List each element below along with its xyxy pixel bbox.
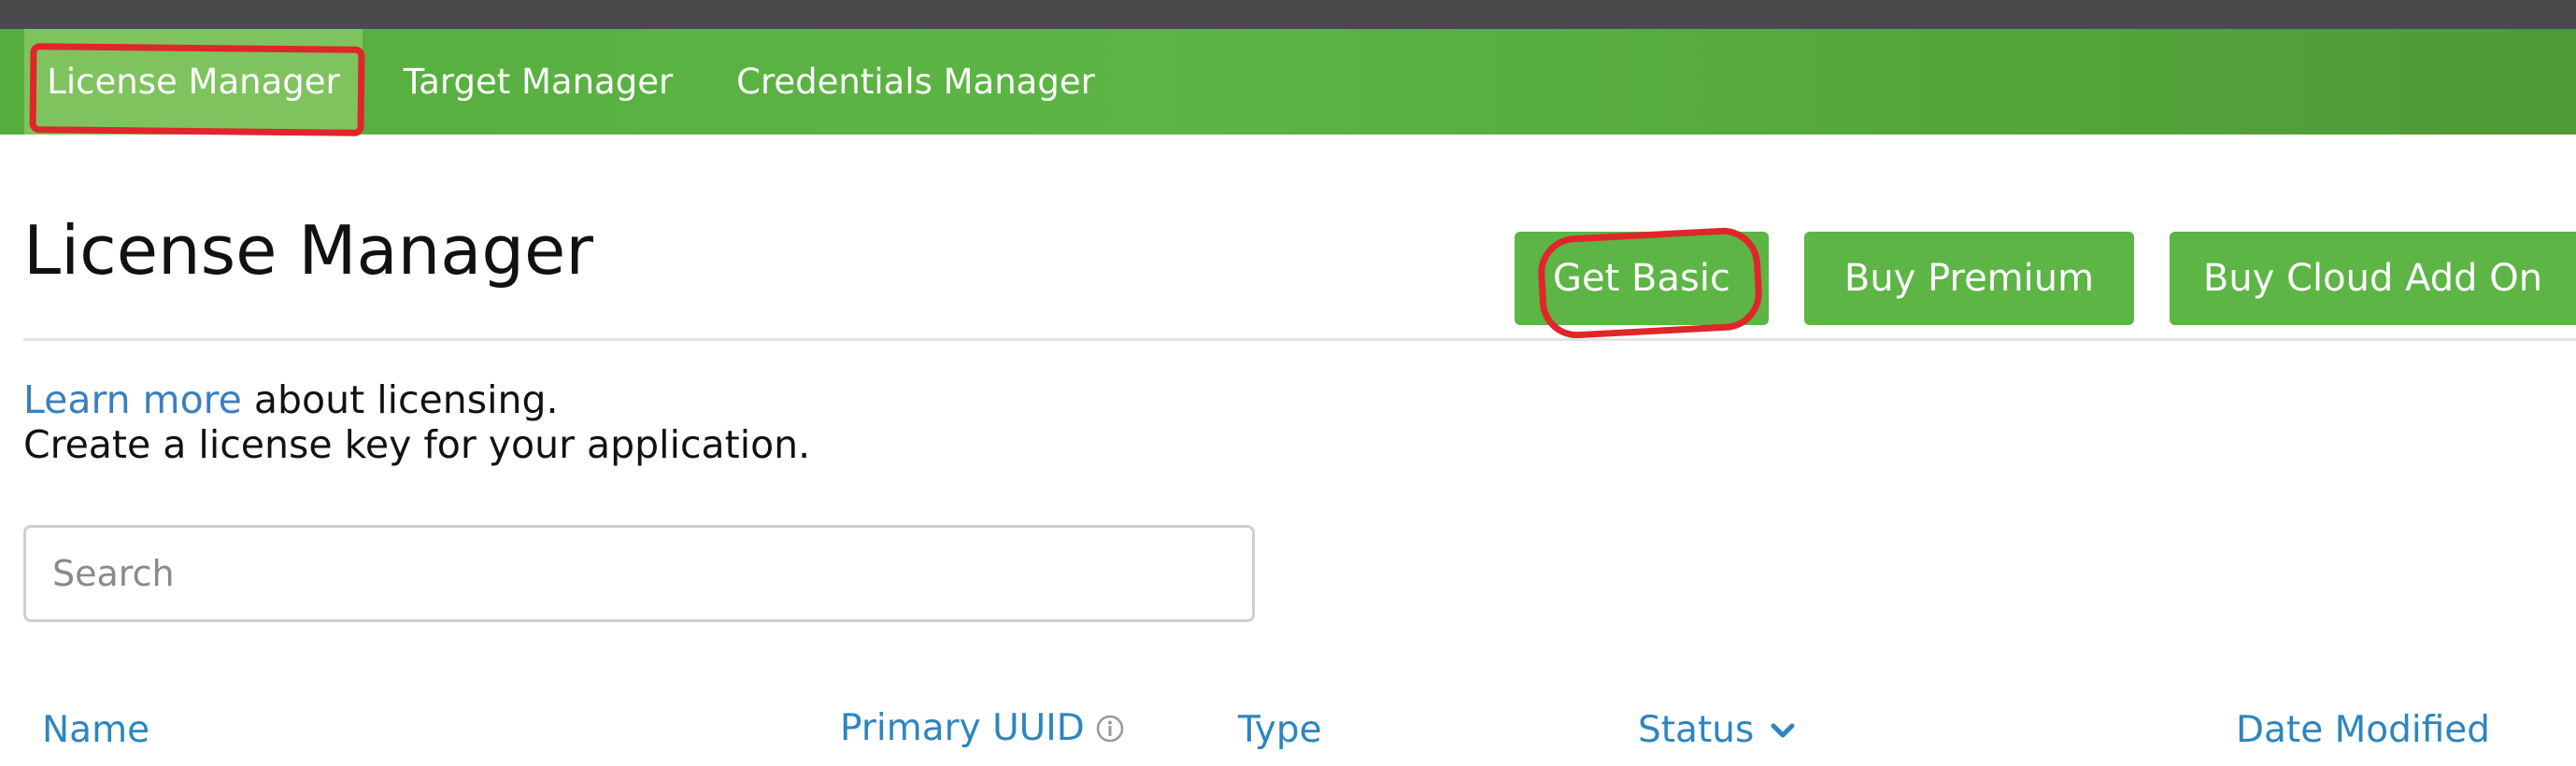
nav-tab-label: Credentials Manager bbox=[736, 62, 1095, 102]
top-navigation: License Manager Target Manager Credentia… bbox=[0, 29, 2576, 135]
column-header-label: Status bbox=[1638, 709, 1755, 751]
buy-premium-button[interactable]: Buy Premium bbox=[1804, 232, 2134, 325]
column-header-type[interactable]: Type bbox=[1238, 712, 1322, 748]
header-divider bbox=[23, 338, 2576, 341]
licensing-info-line: Learn more about licensing. bbox=[23, 381, 559, 419]
column-header-date-modified[interactable]: Date Modified bbox=[2236, 712, 2490, 748]
column-header-label: Name bbox=[42, 709, 150, 751]
nav-tab-license-manager[interactable]: License Manager bbox=[24, 29, 363, 135]
licensing-info-text: about licensing. bbox=[241, 377, 559, 422]
search-input[interactable] bbox=[23, 525, 1255, 622]
buy-cloud-add-on-button[interactable]: Buy Cloud Add On bbox=[2170, 232, 2576, 325]
column-header-label: Date Modified bbox=[2236, 709, 2491, 751]
nav-tab-target-manager[interactable]: Target Manager bbox=[370, 29, 706, 135]
nav-tab-credentials-manager[interactable]: Credentials Manager bbox=[719, 29, 1112, 135]
info-circle-icon[interactable] bbox=[1096, 715, 1124, 743]
learn-more-link[interactable]: Learn more bbox=[23, 377, 242, 422]
column-header-label: Type bbox=[1238, 709, 1322, 751]
column-header-name[interactable]: Name bbox=[42, 712, 149, 748]
get-basic-button[interactable]: Get Basic bbox=[1515, 232, 1769, 325]
nav-tab-label: License Manager bbox=[47, 62, 340, 102]
page-title: License Manager bbox=[23, 211, 593, 290]
nav-tab-label: Target Manager bbox=[403, 62, 674, 102]
column-header-primary-uuid[interactable]: Primary UUID bbox=[840, 710, 1124, 746]
window-top-bar bbox=[0, 0, 2576, 29]
column-header-status[interactable]: Status bbox=[1638, 712, 1797, 748]
column-header-label: Primary UUID bbox=[840, 707, 1085, 749]
chevron-down-icon[interactable] bbox=[1769, 716, 1797, 745]
create-license-text: Create a license key for your applicatio… bbox=[23, 422, 811, 467]
